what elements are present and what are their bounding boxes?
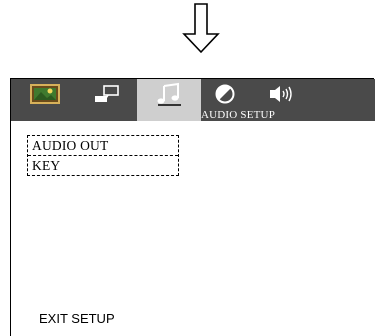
display-speech-icon <box>95 85 119 102</box>
audio-menu: AUDIO OUT KEY <box>27 135 179 176</box>
contrast-circle-icon <box>215 84 235 104</box>
setup-panel: AUDIO SETUP AUDIO OUT KEY EXIT SETUP <box>10 78 375 336</box>
setup-tab-bar: AUDIO SETUP <box>11 79 375 121</box>
speaker-icon <box>270 86 292 102</box>
music-note-icon <box>157 82 181 106</box>
tab-preference[interactable] <box>207 79 243 109</box>
tab-video-setup[interactable] <box>87 79 127 109</box>
tab-audio-setup[interactable] <box>147 79 191 109</box>
menu-item-key[interactable]: KEY <box>28 155 178 175</box>
menu-item-audio-out[interactable]: AUDIO OUT <box>28 136 178 155</box>
picture-icon <box>30 84 60 104</box>
exit-setup-option[interactable]: EXIT SETUP <box>39 311 115 326</box>
section-label: AUDIO SETUP <box>201 109 276 121</box>
tab-general-setup[interactable] <box>25 79 65 109</box>
tab-speaker[interactable] <box>261 79 301 109</box>
down-arrow-icon <box>182 3 220 54</box>
